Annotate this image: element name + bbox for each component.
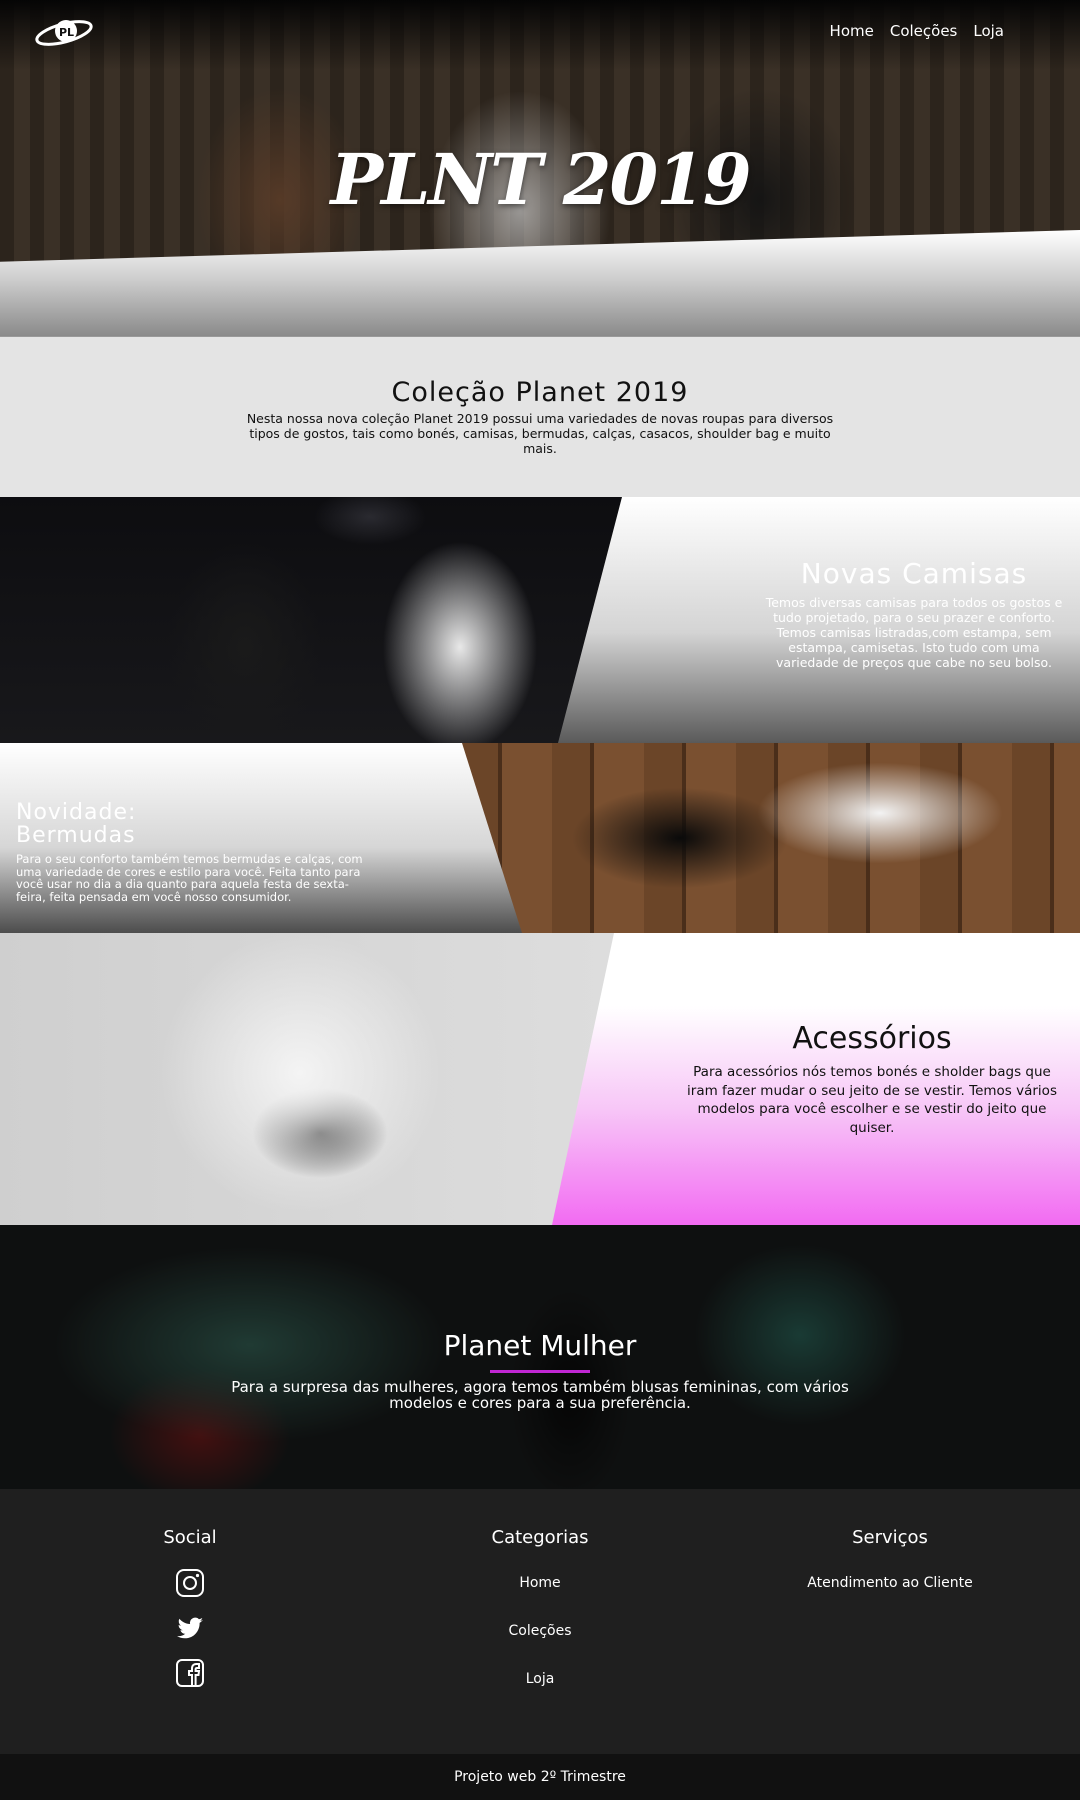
collection-title: Coleção Planet 2019 — [391, 377, 689, 408]
women-title-underline — [490, 1370, 590, 1373]
footer-link-customer-service[interactable]: Atendimento ao Cliente — [740, 1575, 1040, 1591]
planet-logo-icon[interactable]: PL — [32, 16, 96, 50]
accessories-title: Acessórios — [792, 1021, 952, 1056]
instagram-icon[interactable] — [175, 1568, 205, 1598]
footer-social-column: Social — [40, 1527, 340, 1688]
hero-section: PL Home Coleções Loja PLNT 2019 — [0, 0, 1080, 336]
footer-categories-column: Categorias Home Coleções Loja — [390, 1527, 690, 1687]
women-section: Planet Mulher Para a surpresa das mulher… — [0, 1225, 1080, 1489]
footer-social-title: Social — [163, 1527, 217, 1548]
shirts-section: Novas Camisas Temos diversas camisas par… — [0, 497, 1080, 743]
footer-services-column: Serviços Atendimento ao Cliente — [740, 1527, 1040, 1591]
footer-link-loja[interactable]: Loja — [390, 1671, 690, 1687]
shorts-section: Novidade: Bermudas Para o seu conforto ta… — [0, 743, 1080, 933]
footer-categories-title: Categorias — [491, 1527, 589, 1548]
footer: Social Categorias Home Coleções Loja Ser… — [0, 1489, 1080, 1754]
shorts-title: Novidade: Bermudas — [16, 801, 316, 847]
women-text: Para a surpresa das mulheres, agora temo… — [231, 1378, 849, 1412]
shorts-text: Para o seu conforto também temos bermuda… — [16, 852, 363, 904]
shirts-text: Temos diversas camisas para todos os gos… — [765, 595, 1063, 670]
collection-section: Coleção Planet 2019 Nesta nossa nova col… — [0, 336, 1080, 498]
footer-link-colecoes[interactable]: Coleções — [390, 1623, 690, 1639]
women-title: Planet Mulher — [443, 1329, 637, 1362]
nav-colecoes[interactable]: Coleções — [890, 22, 958, 40]
accessories-section: Acessórios Para acessórios nós temos bon… — [0, 933, 1080, 1225]
shorts-title-line1: Novidade: — [16, 800, 137, 825]
hero-title: PLNT 2019 — [330, 138, 751, 221]
shorts-title-line2: Bermudas — [16, 823, 136, 848]
svg-text:PL: PL — [59, 26, 74, 39]
twitter-icon[interactable] — [175, 1613, 205, 1643]
footer-link-home[interactable]: Home — [390, 1575, 690, 1591]
nav-home[interactable]: Home — [830, 22, 874, 40]
footer-services-title: Serviços — [852, 1527, 928, 1548]
collection-text: Nesta nossa nova coleção Planet 2019 pos… — [246, 411, 834, 456]
main-nav: Home Coleções Loja — [830, 22, 1004, 40]
accessories-text: Para acessórios nós temos bonés e sholde… — [687, 1064, 1057, 1136]
shirts-title: Novas Camisas — [800, 557, 1028, 590]
footer-bottom-bar: Projeto web 2º Trimestre — [0, 1754, 1080, 1800]
nav-loja[interactable]: Loja — [973, 22, 1004, 40]
facebook-icon[interactable] — [175, 1658, 205, 1688]
